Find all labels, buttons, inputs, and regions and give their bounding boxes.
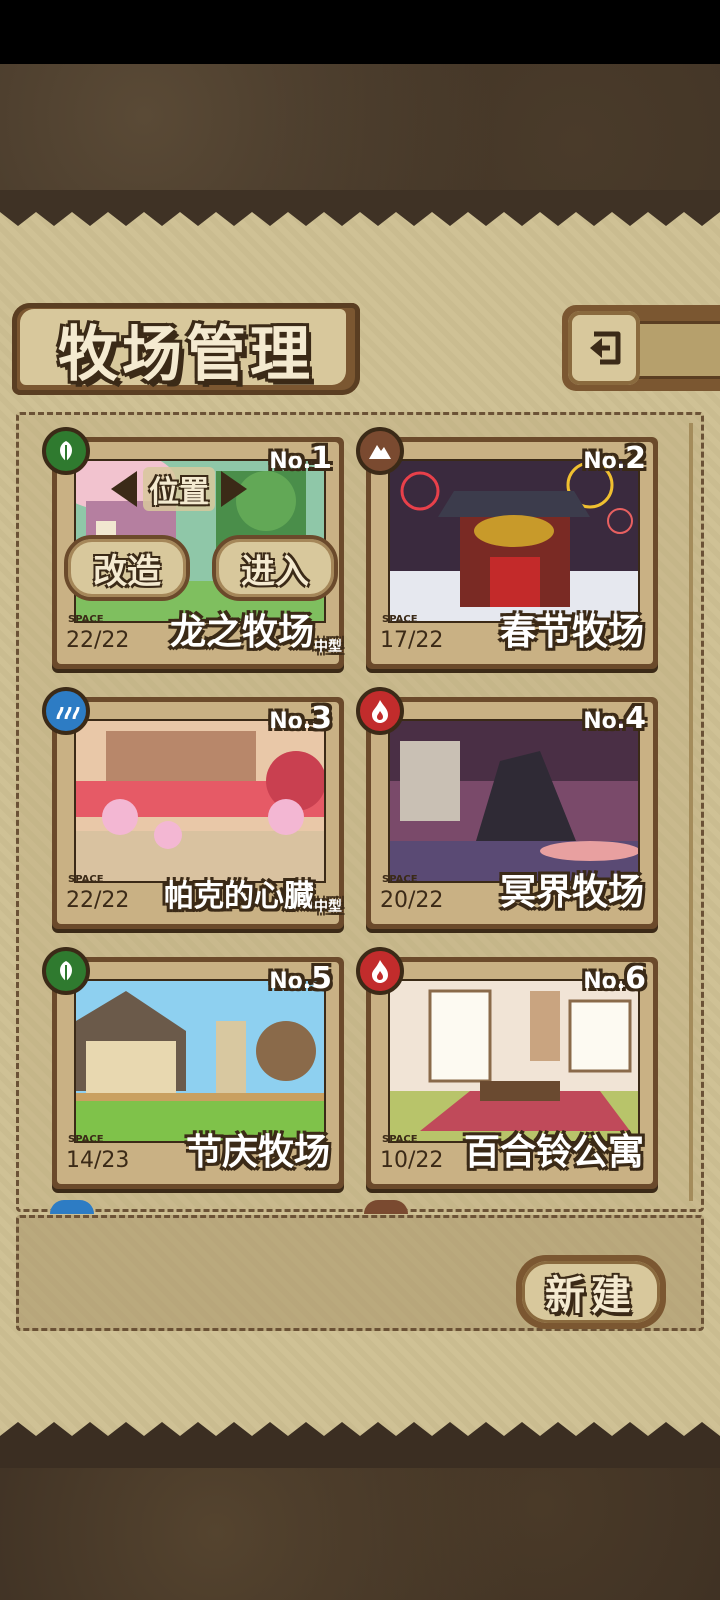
space-count: 17/22: [380, 628, 444, 653]
zigzag-border-bottom: [0, 1422, 720, 1468]
title-plate: 牧场管理: [12, 303, 360, 395]
enter-button[interactable]: 进入: [212, 535, 338, 601]
space-label: SPACE: [382, 1134, 418, 1145]
ranch-name: 龙之牧场中型: [169, 612, 342, 655]
ranch-preview-image: [74, 719, 326, 883]
space-count: 22/22: [66, 888, 130, 913]
map-background-top: [0, 64, 720, 194]
ranch-card-6[interactable]: SPACE 10/22 百合铃公寓 No.6: [356, 947, 658, 1189]
space-count: 22/22: [66, 628, 130, 653]
mountain-element-icon: [356, 427, 404, 475]
ranch-preview-image: [74, 979, 326, 1143]
ranch-number: No.6: [583, 961, 646, 996]
position-selector[interactable]: 位置: [94, 467, 264, 511]
ranch-card-4[interactable]: SPACE 20/22 冥界牧场 No.4: [356, 687, 658, 929]
zigzag-border-top: [0, 190, 720, 226]
return-arrow-icon: [590, 331, 621, 365]
ranch-number: No.2: [583, 441, 646, 476]
leaf-element-icon: [42, 427, 90, 475]
space-label: SPACE: [382, 614, 418, 625]
ranch-card-5[interactable]: SPACE 14/23 节庆牧场 No.5: [42, 947, 344, 1189]
ranch-number: No.1: [269, 441, 332, 476]
new-ranch-button[interactable]: 新建: [516, 1255, 666, 1329]
size-tag: 中型: [314, 639, 342, 655]
ranch-preview-image: [388, 979, 640, 1143]
ranch-name: 百合铃公寓: [463, 1132, 644, 1173]
status-bar: [0, 0, 720, 64]
ranch-number: No.4: [583, 701, 646, 736]
space-count: 14/23: [66, 1148, 130, 1173]
ranch-card-1[interactable]: 位置 改造 进入 SPACE 22/22 龙之牧场中型 No.1: [42, 427, 344, 669]
space-count: 10/22: [380, 1148, 444, 1173]
leaf-element-icon: [42, 947, 90, 995]
ranch-card-3[interactable]: SPACE 22/22 帕克的心臓中型 No.3: [42, 687, 344, 929]
next-card-peek: [50, 1200, 94, 1214]
ranch-number: No.5: [269, 961, 332, 996]
space-label: SPACE: [68, 874, 104, 885]
position-left-arrow[interactable]: [111, 471, 137, 507]
ranch-preview-image: [388, 719, 640, 883]
water-element-icon: [42, 687, 90, 735]
space-label: SPACE: [382, 874, 418, 885]
page-title: 牧场管理: [58, 319, 314, 390]
ranch-preview-image: [388, 459, 640, 623]
space-label: SPACE: [68, 1134, 104, 1145]
position-right-arrow[interactable]: [221, 471, 247, 507]
ranch-card-2[interactable]: SPACE 17/22 春节牧场 No.2: [356, 427, 658, 669]
ranch-number: No.3: [269, 701, 332, 736]
space-count: 20/22: [380, 888, 444, 913]
map-background-bottom: [0, 1465, 720, 1600]
new-ranch-label: 新建: [522, 1261, 660, 1323]
ranch-name: 节庆牧场: [185, 1132, 330, 1173]
ranch-name: 冥界牧场: [499, 872, 644, 913]
ranch-name: 帕克的心臓中型: [164, 879, 342, 915]
position-label: 位置: [143, 467, 215, 511]
back-button[interactable]: [568, 311, 640, 385]
next-card-peek: [364, 1200, 408, 1214]
space-label: SPACE: [68, 614, 104, 625]
ranch-name: 春节牧场: [499, 612, 644, 653]
back-button-plate: [562, 305, 720, 391]
size-tag: 中型: [314, 899, 342, 915]
fire-element-icon: [356, 687, 404, 735]
scrollbar-track[interactable]: [689, 423, 693, 1201]
fire-element-icon: [356, 947, 404, 995]
modify-button[interactable]: 改造: [64, 535, 190, 601]
